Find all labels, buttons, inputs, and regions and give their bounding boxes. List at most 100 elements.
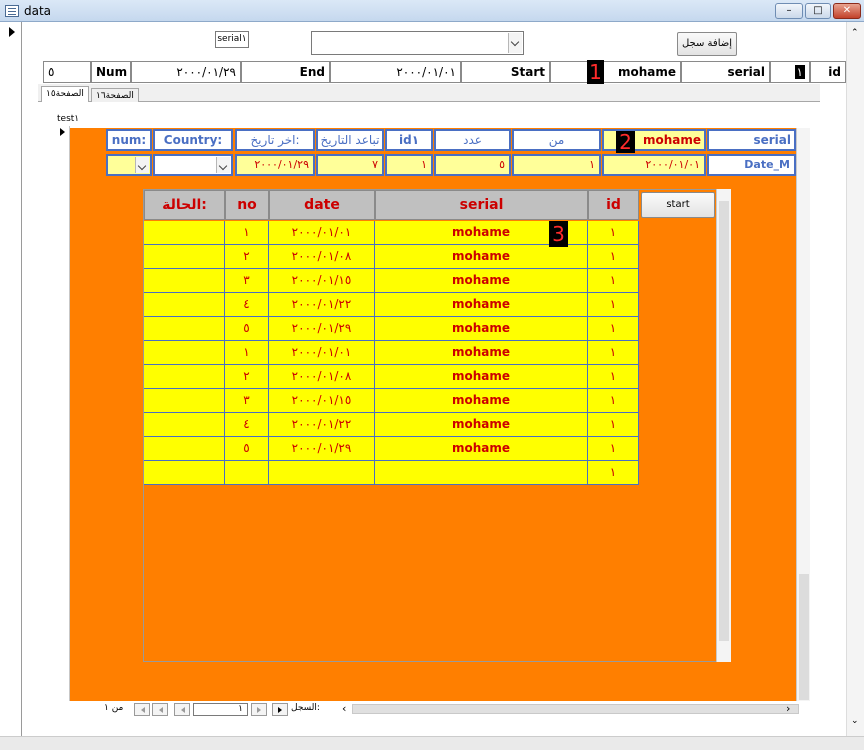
cell-status[interactable] [144,437,225,461]
cell-status[interactable] [144,365,225,389]
cell-date[interactable]: ٢٠٠٠/٠١/٠٨ [269,245,375,269]
cell-status[interactable] [144,293,225,317]
minimize-button[interactable]: – [775,3,803,19]
cell-no[interactable]: ٤ [225,413,269,437]
date-spacing-value[interactable]: ٧ [316,154,384,176]
cell-date[interactable]: ٢٠٠٠/٠١/٢٩ [269,317,375,341]
scroll-up-icon[interactable]: ⌃ [851,28,859,38]
cell-status[interactable] [144,269,225,293]
country-combo[interactable] [153,154,233,176]
cell-no[interactable]: ١ [225,341,269,365]
close-button[interactable]: ✕ [833,3,861,19]
table-row[interactable]: ٥ ٢٠٠٠/٠١/٢٩ mohame ١ [144,437,639,461]
table-row[interactable]: ٤ ٢٠٠٠/٠١/٢٢ mohame ١ [144,293,639,317]
cell-date[interactable]: ٢٠٠٠/٠١/١٥ [269,389,375,413]
cell-serial[interactable]: mohame [375,245,588,269]
serial-box[interactable]: serial١ [215,31,249,48]
scroll-left-icon[interactable]: ‹ [342,702,346,715]
cell-serial[interactable]: mohame [375,293,588,317]
table-row[interactable]: ١ [144,461,639,485]
scroll-right-icon[interactable]: › [786,702,790,715]
cell-id[interactable]: ١ [588,317,639,341]
cell-date[interactable]: ٢٠٠٠/٠١/٠١ [269,221,375,245]
num-value[interactable]: ٥ [43,61,91,83]
cell-date[interactable]: ٢٠٠٠/٠١/٢٩ [269,437,375,461]
last-date-value[interactable]: ٢٠٠٠/٠١/٢٩ [235,154,315,176]
name-value[interactable]: mohame [550,61,681,83]
cell-no[interactable]: ٤ [225,293,269,317]
cell-date[interactable]: ٢٠٠٠/٠١/٢٢ [269,413,375,437]
cell-serial[interactable]: mohame [375,389,588,413]
cell-no[interactable]: ٣ [225,389,269,413]
cell-status[interactable] [144,317,225,341]
cell-no[interactable] [225,461,269,485]
cell-no[interactable]: ٥ [225,317,269,341]
chevron-down-icon[interactable] [135,157,149,173]
cell-serial[interactable]: mohame [375,269,588,293]
record-number-input[interactable]: ١ [193,703,248,716]
top-combo[interactable] [311,31,524,55]
table-row[interactable]: ٣ ٢٠٠٠/٠١/١٥ mohame ١ [144,389,639,413]
subform-scroll-thumb[interactable] [799,574,809,700]
cell-date[interactable]: ٢٠٠٠/٠١/٠٨ [269,365,375,389]
last-record-icon[interactable] [152,703,168,716]
cell-id[interactable]: ١ [588,341,639,365]
new-record-icon[interactable] [134,703,150,716]
cell-status[interactable] [144,245,225,269]
grid-scroll-thumb[interactable] [719,201,729,641]
cell-id[interactable]: ١ [588,389,639,413]
cell-serial[interactable]: mohame [375,437,588,461]
cell-status[interactable] [144,461,225,485]
cell-no[interactable]: ٥ [225,437,269,461]
cell-no[interactable]: ٣ [225,269,269,293]
tab-page-16[interactable]: الصفحة١٦ [91,88,139,102]
cell-id[interactable]: ١ [588,461,639,485]
count-value[interactable]: ٥ [434,154,511,176]
cell-no[interactable]: ١ [225,221,269,245]
cell-serial[interactable] [375,461,588,485]
table-row[interactable]: ٣ ٢٠٠٠/٠١/١٥ mohame ١ [144,269,639,293]
cell-no[interactable]: ٢ [225,245,269,269]
grid-vertical-scrollbar[interactable] [716,189,731,662]
cell-id[interactable]: ١ [588,221,639,245]
cell-id[interactable]: ١ [588,413,639,437]
date-value[interactable]: ٢٠٠٠/٠١/٠١ [602,154,706,176]
start-button[interactable]: start [641,192,715,218]
form-vertical-scrollbar[interactable]: ⌃ ⌄ [846,22,864,736]
subform-record-selector[interactable] [57,126,70,701]
cell-date[interactable]: ٢٠٠٠/٠١/٢٢ [269,293,375,317]
cell-status[interactable] [144,221,225,245]
cell-status[interactable] [144,341,225,365]
cell-date[interactable]: ٢٠٠٠/٠١/١٥ [269,269,375,293]
from-value[interactable]: ١ [512,154,601,176]
id1-value[interactable]: ١ [385,154,433,176]
cell-id[interactable]: ١ [588,245,639,269]
cell-status[interactable] [144,413,225,437]
first-record-icon[interactable] [272,703,288,716]
cell-no[interactable]: ٢ [225,365,269,389]
cell-date[interactable] [269,461,375,485]
previous-record-icon[interactable] [251,703,267,716]
add-record-button[interactable]: إضافة سجل [677,32,737,56]
id-value[interactable]: ١ [770,61,810,83]
table-row[interactable]: ٤ ٢٠٠٠/٠١/٢٢ mohame ١ [144,413,639,437]
start-value[interactable]: ٢٠٠٠/٠١/٠١ [330,61,461,83]
cell-id[interactable]: ١ [588,293,639,317]
cell-serial[interactable]: mohame [375,413,588,437]
cell-serial[interactable]: mohame [375,365,588,389]
chevron-down-icon[interactable] [216,157,230,173]
table-row[interactable]: ١ ٢٠٠٠/٠١/٠١ mohame ١ [144,341,639,365]
subform-vertical-scrollbar[interactable] [796,128,810,701]
cell-serial[interactable]: mohame [375,317,588,341]
cell-serial[interactable]: mohame [375,341,588,365]
cell-date[interactable]: ٢٠٠٠/٠١/٠١ [269,341,375,365]
cell-id[interactable]: ١ [588,437,639,461]
cell-status[interactable] [144,389,225,413]
tab-page-15[interactable]: الصفحة١٥ [41,86,89,102]
next-record-icon[interactable] [174,703,190,716]
cell-id[interactable]: ١ [588,365,639,389]
scroll-down-icon[interactable]: ⌄ [851,716,859,726]
cell-id[interactable]: ١ [588,269,639,293]
record-selector[interactable] [0,22,22,736]
maximize-button[interactable]: □ [805,3,831,19]
